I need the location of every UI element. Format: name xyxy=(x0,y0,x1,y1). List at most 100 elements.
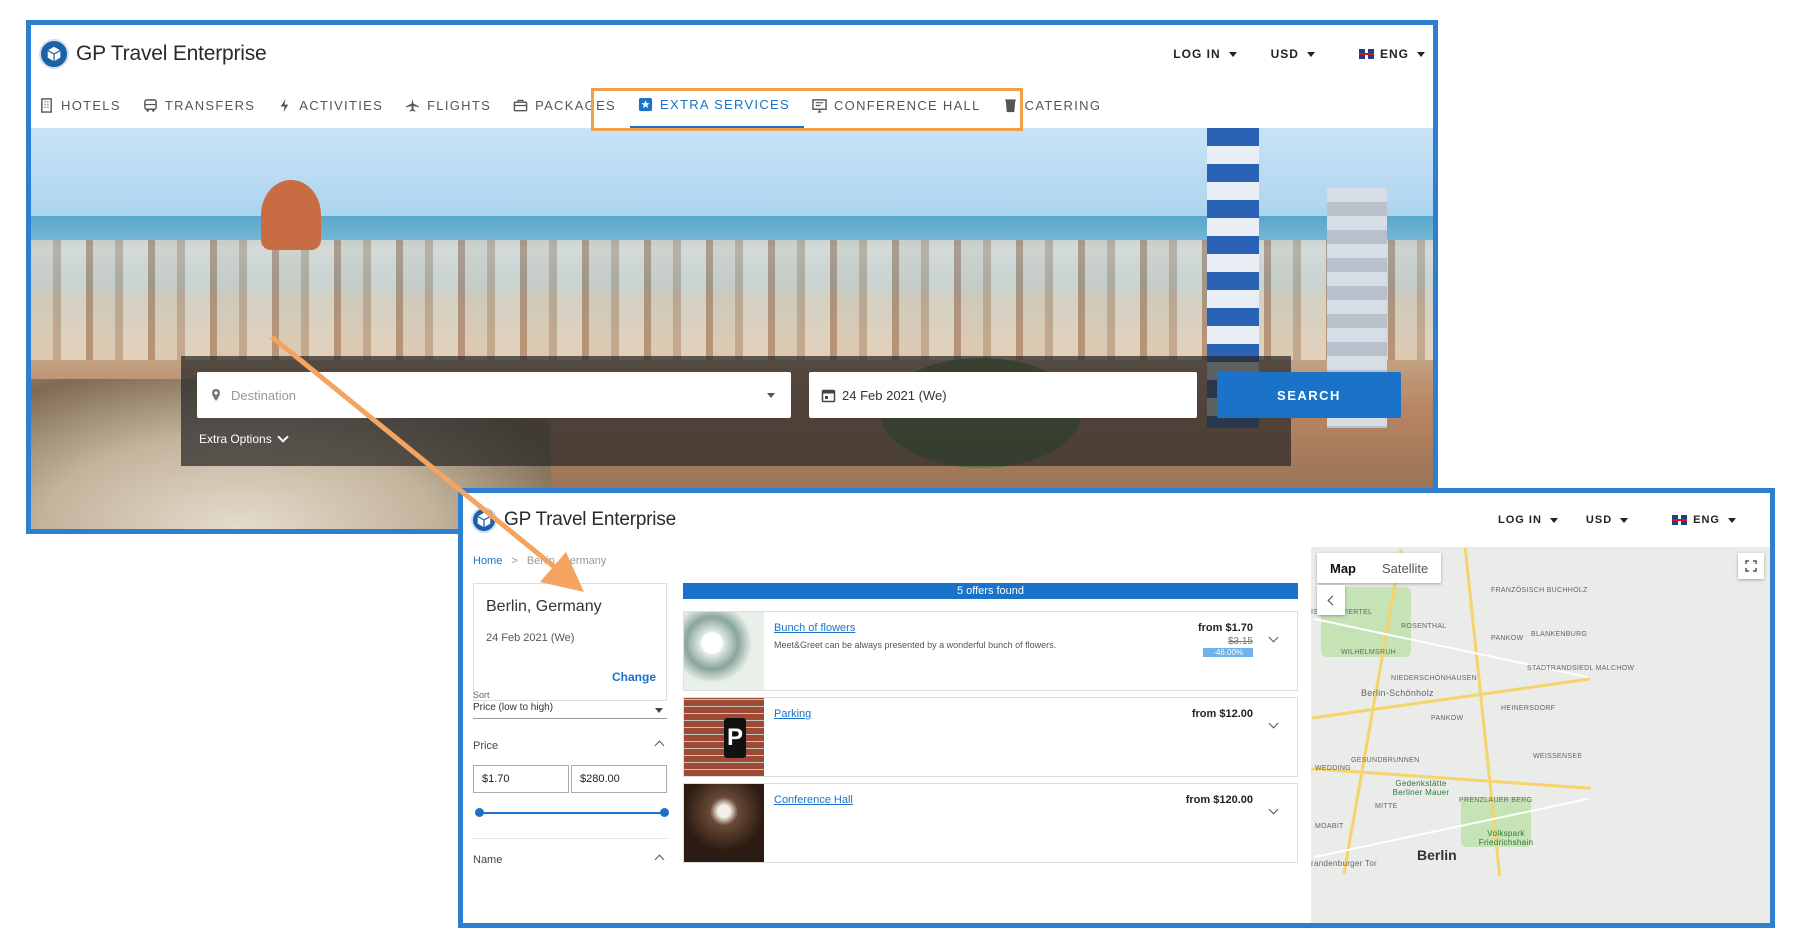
slider-min-handle[interactable] xyxy=(475,808,484,817)
offer-card[interactable]: Conference Hall from $120.00 xyxy=(683,783,1298,863)
language-menu[interactable]: ENG xyxy=(1358,47,1425,61)
map-label: FRANZÖSISCH BUCHHOLZ xyxy=(1491,587,1588,594)
chevron-down-icon[interactable] xyxy=(1268,718,1279,729)
map-tab-satellite[interactable]: Satellite xyxy=(1369,553,1441,583)
map-label: NIEDERSCHÖNHAUSEN xyxy=(1391,675,1477,682)
map-label: Berlin-Schönholz xyxy=(1361,688,1434,698)
flowers-thumbnail xyxy=(684,612,764,690)
price-max-input[interactable]: $280.00 xyxy=(571,765,667,793)
destination-input[interactable]: Destination xyxy=(197,372,791,418)
language-label: ENG xyxy=(1693,514,1720,526)
cube-logo-icon xyxy=(39,39,69,69)
fullscreen-button[interactable] xyxy=(1738,553,1764,579)
logo[interactable]: GP Travel Enterprise xyxy=(39,39,267,69)
map-view[interactable]: FRANZÖSISCH BUCHHOLZ ROSENTHAL PANKOW BL… xyxy=(1311,547,1770,923)
slider-max-handle[interactable] xyxy=(660,808,669,817)
name-filter-title: Name xyxy=(473,854,503,866)
sort-label: Sort xyxy=(473,690,490,700)
tab-label: CATERING xyxy=(1024,98,1102,113)
offer-card[interactable]: Bunch of flowers Meet&Greet can be alway… xyxy=(683,611,1298,691)
date-input[interactable]: 24 Feb 2021 (We) xyxy=(809,372,1197,418)
breadcrumb-current: Berlin, Germany xyxy=(526,555,607,567)
map-label: ROSENTHAL xyxy=(1401,623,1447,630)
bolt-icon xyxy=(281,98,289,113)
map-label: PRENZLAUER BERG xyxy=(1459,797,1533,804)
tab-label: FLIGHTS xyxy=(427,98,492,113)
caret-down-icon[interactable] xyxy=(767,393,775,398)
hero-banner: Destination 24 Feb 2021 (We) SEARCH Extr… xyxy=(31,128,1433,529)
results-window: GP Travel Enterprise LOG IN USD ENG Home… xyxy=(458,488,1775,928)
date-value: 24 Feb 2021 (We) xyxy=(842,387,947,403)
collapse-map-button[interactable] xyxy=(1317,585,1345,615)
discount-badge: -46.00% xyxy=(1203,648,1253,657)
uk-flag-icon xyxy=(1358,49,1374,59)
offer-name[interactable]: Conference Hall xyxy=(774,794,853,806)
offer-price: from $120.00 xyxy=(1185,794,1253,806)
map-label: PANKOW xyxy=(1491,635,1524,642)
currency-menu[interactable]: USD xyxy=(1271,47,1315,61)
tab-label: ACTIVITIES xyxy=(299,98,384,113)
map-label: STADTRANDSIEDL MALCHOW xyxy=(1527,665,1635,672)
login-menu[interactable]: LOG IN xyxy=(1173,47,1237,61)
caret-down-icon xyxy=(1228,51,1237,57)
language-menu[interactable]: ENG xyxy=(1672,514,1736,526)
search-button[interactable]: SEARCH xyxy=(1217,372,1401,418)
offer-old-price: $3.15 xyxy=(1227,636,1253,647)
map-tab-map[interactable]: Map xyxy=(1317,553,1369,583)
tab-activities[interactable]: ACTIVITIES xyxy=(269,83,397,128)
building-icon xyxy=(41,98,52,113)
destination-card: Berlin, Germany 24 Feb 2021 (We) Change xyxy=(473,583,667,701)
hero-dome xyxy=(261,180,321,250)
change-button[interactable]: Change xyxy=(612,670,656,684)
price-filter-header[interactable]: Price xyxy=(473,740,667,752)
map-label: GESUNDBRUNNEN xyxy=(1351,757,1420,764)
sort-value: Price (low to high) xyxy=(473,702,554,713)
price-slider[interactable] xyxy=(475,808,669,817)
map-city-label: Berlin xyxy=(1417,847,1457,863)
map-label: Gedenkstätte Berliner Mauer xyxy=(1392,779,1450,797)
offer-name[interactable]: Bunch of flowers xyxy=(774,622,855,634)
price-min-input[interactable]: $1.70 xyxy=(473,765,569,793)
map-label: HEINERSDORF xyxy=(1501,705,1556,712)
map-label: WILHELMSRUH xyxy=(1341,649,1397,656)
breadcrumb-home[interactable]: Home xyxy=(473,555,502,567)
price-filter-title: Price xyxy=(473,740,499,752)
login-label: LOG IN xyxy=(1498,514,1542,526)
currency-menu[interactable]: USD xyxy=(1586,514,1629,526)
offer-card[interactable]: P Parking from $12.00 xyxy=(683,697,1298,777)
conference-thumbnail xyxy=(684,784,764,862)
bus-icon xyxy=(144,99,157,112)
extra-options-label: Extra Options xyxy=(199,432,272,446)
sort-select[interactable]: Price (low to high) xyxy=(473,702,667,719)
results-panel: Home > Berlin, Germany Berlin, Germany 2… xyxy=(463,547,1393,923)
parking-sign-icon: P xyxy=(724,718,746,758)
offer-price: from $12.00 xyxy=(1191,708,1253,720)
offer-name[interactable]: Parking xyxy=(774,708,811,720)
logo[interactable]: GP Travel Enterprise xyxy=(471,507,676,533)
name-filter-header[interactable]: Name xyxy=(473,854,667,866)
brand-name: GP Travel Enterprise xyxy=(76,42,267,65)
caret-down-icon xyxy=(1306,51,1315,57)
tab-transfers[interactable]: TRANSFERS xyxy=(135,83,269,128)
chevron-down-icon xyxy=(277,431,289,443)
caret-down-icon xyxy=(1620,517,1629,523)
login-menu[interactable]: LOG IN xyxy=(1498,514,1558,526)
destination-date: 24 Feb 2021 (We) xyxy=(486,632,575,644)
chevron-down-icon[interactable] xyxy=(1268,632,1279,643)
parking-thumbnail: P xyxy=(684,698,764,776)
divider xyxy=(473,838,667,839)
suitcase-icon xyxy=(513,99,528,112)
chevron-down-icon[interactable] xyxy=(1268,804,1279,815)
map-label: MOABIT xyxy=(1315,823,1344,830)
site-header: GP Travel Enterprise LOG IN USD ENG xyxy=(463,493,1770,548)
currency-label: USD xyxy=(1270,47,1299,61)
destination-placeholder: Destination xyxy=(231,387,297,403)
tab-hotels[interactable]: HOTELS xyxy=(31,83,135,128)
map-label: PANKOW xyxy=(1431,715,1464,722)
caret-down-icon xyxy=(1549,517,1558,523)
search-panel: Destination 24 Feb 2021 (We) SEARCH Extr… xyxy=(181,356,1401,466)
plane-icon xyxy=(406,98,420,112)
tab-flights[interactable]: FLIGHTS xyxy=(397,83,505,128)
extra-options-toggle[interactable]: Extra Options xyxy=(199,431,289,446)
fullscreen-icon xyxy=(1745,560,1757,572)
